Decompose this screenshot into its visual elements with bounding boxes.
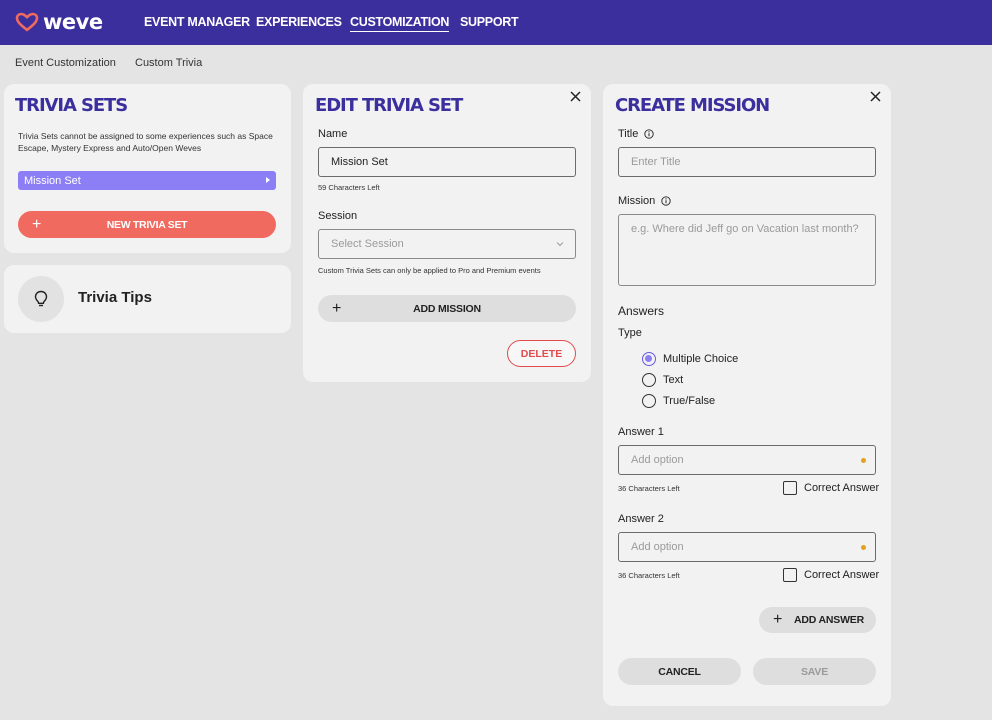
heart-logo-icon [15,12,39,32]
plus-icon: + [773,611,783,628]
nav-event-manager[interactable]: EVENT MANAGER [144,14,250,30]
add-answer-button[interactable]: + ADD ANSWER [759,607,876,633]
edit-trivia-set-title: EDIT TRIVIA SET [315,95,463,116]
nav-support[interactable]: SUPPORT [460,14,519,30]
new-trivia-set-label: NEW TRIVIA SET [106,218,188,231]
session-note: Custom Trivia Sets can only be applied t… [318,266,541,275]
answer-2-placeholder: Add option [631,541,684,553]
nav-experiences[interactable]: EXPERIENCES [256,14,342,30]
mission-label: Mission [618,195,671,207]
create-mission-title: CREATE MISSION [615,95,770,116]
cancel-button[interactable]: CANCEL [618,658,741,685]
answer-2-input[interactable]: Add option [618,532,876,562]
type-radio-true-false[interactable] [642,394,656,408]
logo-text: weve [43,10,103,34]
trivia-sets-note: Trivia Sets cannot be assigned to some e… [18,131,273,153]
close-icon[interactable] [570,91,584,105]
answer-1-input[interactable]: Add option [618,445,876,475]
session-select[interactable]: Select Session [318,229,576,259]
new-trivia-set-button[interactable]: + NEW TRIVIA SET [18,211,276,238]
answers-heading: Answers [618,304,665,318]
type-label: Type [618,327,642,339]
mission-label-text: Mission [618,195,656,207]
type-radio-text[interactable] [642,373,656,387]
trivia-set-item-label: Mission Set [24,174,81,187]
nav-customization[interactable]: CUSTOMIZATION [350,14,449,32]
save-button[interactable]: SAVE [753,658,876,685]
required-dot-icon [861,458,866,463]
type-radio-multiple-choice[interactable] [642,352,656,366]
type-label-text: Text [663,374,684,386]
info-icon[interactable] [661,196,671,206]
close-icon[interactable] [870,91,884,105]
logo[interactable]: weve [15,11,103,33]
top-nav-bar: weve EVENT MANAGER EXPERIENCES CUSTOMIZA… [0,0,992,45]
trivia-tips-label: Trivia Tips [78,289,152,306]
type-label-multiple-choice: Multiple Choice [663,353,739,365]
mission-textarea[interactable]: e.g. Where did Jeff go on Vacation last … [618,214,876,286]
trivia-sets-title: TRIVIA SETS [15,95,128,116]
breadcrumb-custom-trivia: Custom Trivia [135,57,203,69]
mission-title-input[interactable]: Enter Title [618,147,876,177]
add-mission-label: ADD MISSION [413,302,481,315]
plus-icon: + [332,299,342,317]
answer-1-correct-checkbox[interactable] [783,481,797,495]
required-dot-icon [861,545,866,550]
add-answer-label: ADD ANSWER [794,614,864,626]
answer-2-correct-checkbox[interactable] [783,568,797,582]
title-label: Title [618,128,655,140]
answer-1-placeholder: Add option [631,454,684,466]
session-label: Session [318,210,358,222]
answer-2-label: Answer 2 [618,513,664,525]
add-mission-button[interactable]: + ADD MISSION [318,295,576,322]
name-label: Name [318,128,348,140]
name-char-hint: 59 Characters Left [318,183,380,192]
session-select-placeholder: Select Session [331,238,404,250]
info-icon[interactable] [644,129,655,139]
type-label-true-false: True/False [663,395,716,407]
lightbulb-icon [18,276,64,322]
delete-button[interactable]: DELETE [507,340,576,367]
answer-1-correct-label: Correct Answer [804,482,880,494]
answer-2-correct-label: Correct Answer [804,569,880,581]
breadcrumb-event-customization[interactable]: Event Customization [15,57,116,69]
trivia-set-item-mission-set[interactable]: Mission Set [18,171,276,190]
answer-1-label: Answer 1 [618,426,664,438]
caret-right-icon [266,177,270,183]
name-input[interactable]: Mission Set [318,147,576,177]
answer-1-char-hint: 36 Characters Left [618,484,680,493]
chevron-down-icon [556,242,564,247]
answer-2-char-hint: 36 Characters Left [618,571,680,580]
title-label-text: Title [618,128,639,140]
plus-icon: + [32,215,42,233]
